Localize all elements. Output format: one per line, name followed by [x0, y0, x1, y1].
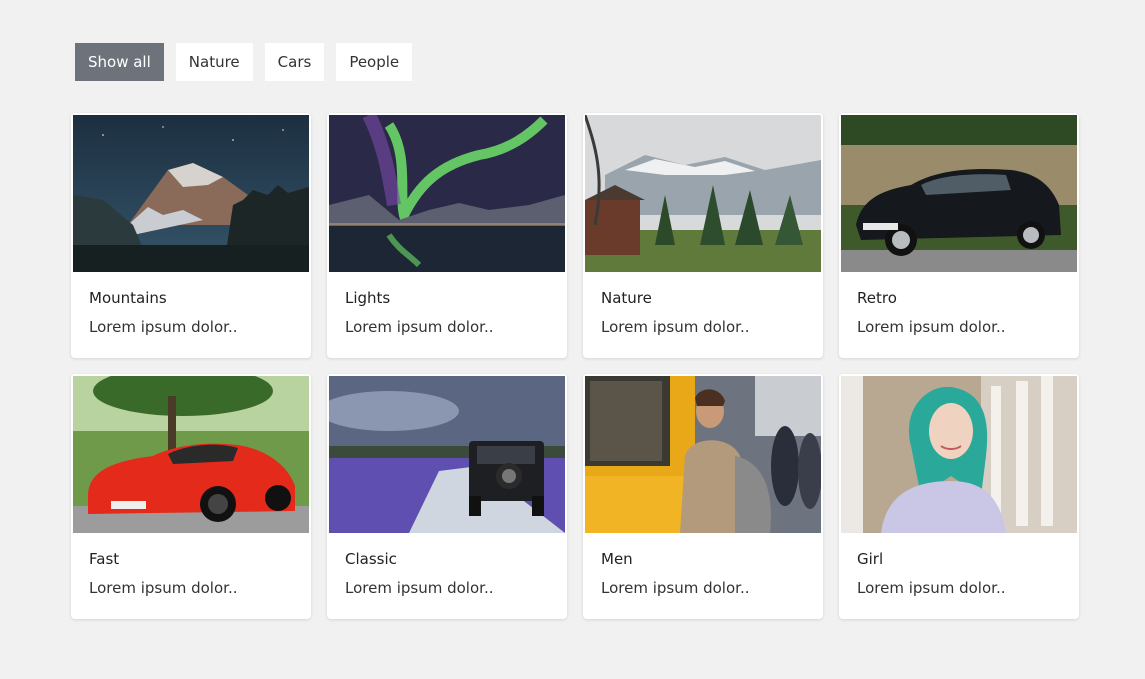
filter-people-button[interactable]: People — [336, 43, 413, 81]
card-title: Nature — [601, 289, 652, 307]
gallery-card-lights[interactable]: Lights Lorem ipsum dolor.. — [327, 113, 567, 358]
gallery-card-girl[interactable]: Girl Lorem ipsum dolor.. — [839, 374, 1079, 619]
card-text: Lorem ipsum dolor.. — [857, 579, 1006, 597]
alpine-valley-image — [585, 115, 821, 272]
black-hatchback-image — [841, 115, 1077, 272]
gallery-card-men[interactable]: Men Lorem ipsum dolor.. — [583, 374, 823, 619]
card-text: Lorem ipsum dolor.. — [89, 579, 238, 597]
man-train-station-image — [585, 376, 821, 533]
gallery-card-mountains[interactable]: Mountains Lorem ipsum dolor.. — [71, 113, 311, 358]
card-text: Lorem ipsum dolor.. — [601, 579, 750, 597]
card-title: Lights — [345, 289, 391, 307]
filter-show-all-button[interactable]: Show all — [75, 43, 164, 81]
offroad-jeep-image — [329, 376, 565, 533]
mountain-night-image — [73, 115, 309, 272]
card-title: Fast — [89, 550, 120, 568]
card-text: Lorem ipsum dolor.. — [89, 318, 238, 336]
filter-cars-button[interactable]: Cars — [264, 43, 325, 81]
teal-hair-girl-image — [841, 376, 1077, 533]
card-title: Girl — [857, 550, 884, 568]
card-title: Mountains — [89, 289, 167, 307]
gallery-card-classic[interactable]: Classic Lorem ipsum dolor.. — [327, 374, 567, 619]
card-text: Lorem ipsum dolor.. — [345, 318, 494, 336]
card-text: Lorem ipsum dolor.. — [857, 318, 1006, 336]
gallery-grid: Mountains Lorem ipsum dolor.. Lights Lor… — [71, 113, 1079, 619]
card-text: Lorem ipsum dolor.. — [601, 318, 750, 336]
red-sportscar-image — [73, 376, 309, 533]
card-text: Lorem ipsum dolor.. — [345, 579, 494, 597]
filter-bar: Show all Nature Cars People — [75, 43, 413, 81]
gallery-card-nature[interactable]: Nature Lorem ipsum dolor.. — [583, 113, 823, 358]
gallery-card-retro[interactable]: Retro Lorem ipsum dolor.. — [839, 113, 1079, 358]
filter-nature-button[interactable]: Nature — [175, 43, 253, 81]
card-title: Retro — [857, 289, 897, 307]
card-title: Classic — [345, 550, 397, 568]
card-title: Men — [601, 550, 633, 568]
gallery-card-fast[interactable]: Fast Lorem ipsum dolor.. — [71, 374, 311, 619]
aurora-lake-image — [329, 115, 565, 272]
